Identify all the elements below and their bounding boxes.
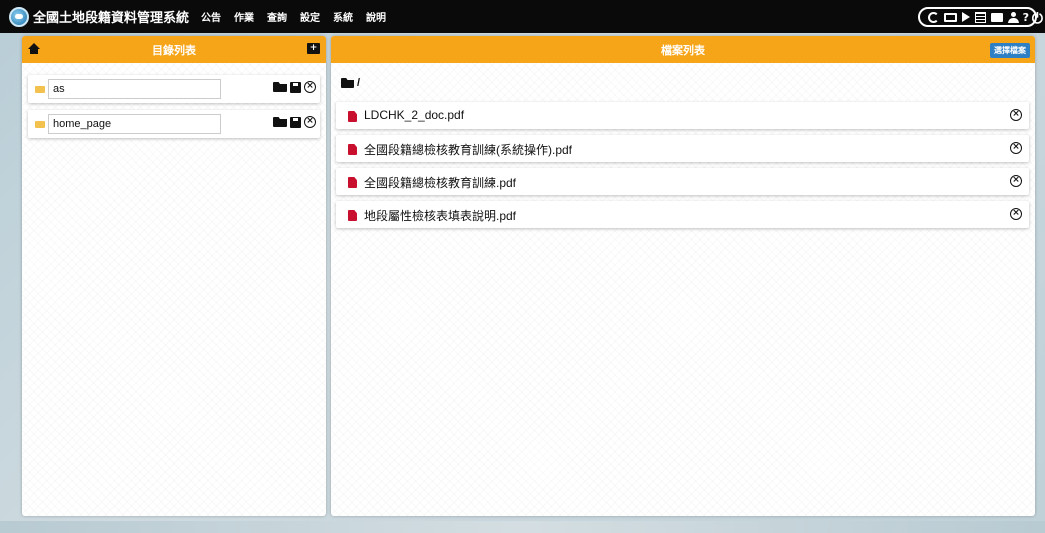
menu-item-query[interactable]: 查詢 bbox=[267, 9, 287, 24]
file-panel-header: 檔案列表 選擇檔案 bbox=[331, 36, 1035, 63]
list-icon[interactable] bbox=[974, 11, 986, 23]
directory-name-field[interactable]: as bbox=[48, 79, 221, 99]
file-row[interactable]: 地段屬性檢核表填表說明.pdf × bbox=[336, 201, 1029, 228]
current-path-text: / bbox=[357, 77, 361, 89]
app-logo-icon bbox=[9, 6, 29, 27]
pdf-file-icon bbox=[348, 210, 357, 221]
delete-icon[interactable]: × bbox=[1010, 142, 1022, 154]
top-toolbar: ? ⏻ bbox=[917, 7, 1043, 27]
current-path: / bbox=[341, 77, 360, 89]
file-panel: 檔案列表 選擇檔案 / LDCHK_2_doc.pdf × 全國段籍總檢核教育訓… bbox=[331, 36, 1035, 516]
chat-icon[interactable] bbox=[990, 12, 1003, 22]
directory-panel-title: 目錄列表 bbox=[152, 43, 196, 57]
file-row[interactable]: LDCHK_2_doc.pdf × bbox=[336, 102, 1029, 129]
open-folder-icon bbox=[341, 78, 354, 88]
directory-actions: × bbox=[273, 81, 316, 93]
play-icon[interactable] bbox=[961, 12, 970, 22]
file-name-link[interactable]: LDCHK_2_doc.pdf bbox=[364, 108, 464, 122]
delete-icon[interactable]: × bbox=[304, 116, 316, 128]
menu-item-announcement[interactable]: 公告 bbox=[201, 9, 221, 24]
open-folder-icon[interactable] bbox=[273, 82, 287, 92]
directory-panel-header: 目錄列表 + bbox=[22, 36, 326, 63]
menu-item-settings[interactable]: 設定 bbox=[300, 9, 320, 24]
pdf-file-icon bbox=[348, 144, 357, 155]
file-name-link[interactable]: 全國段籍總檢核教育訓練.pdf bbox=[364, 174, 516, 191]
help-icon[interactable]: ? bbox=[1023, 12, 1029, 23]
power-icon[interactable]: ⏻ bbox=[1032, 11, 1043, 27]
save-icon[interactable] bbox=[290, 116, 301, 128]
user-icon[interactable] bbox=[1007, 11, 1019, 23]
directory-row: home_page × bbox=[28, 110, 320, 138]
directory-actions: × bbox=[273, 116, 316, 128]
monitor-icon[interactable] bbox=[943, 12, 957, 22]
top-navigation-bar: 全國土地段籍資料管理系統 公告 作業 查詢 設定 系統 說明 ? ⏻ bbox=[0, 0, 1045, 33]
save-icon[interactable] bbox=[290, 81, 301, 93]
directory-panel: 目錄列表 + as × home_page × bbox=[22, 36, 326, 516]
directory-row: as × bbox=[28, 75, 320, 103]
menu-item-system[interactable]: 系統 bbox=[333, 9, 353, 24]
select-files-button[interactable]: 選擇檔案 bbox=[990, 43, 1030, 58]
refresh-icon[interactable] bbox=[927, 11, 939, 23]
delete-icon[interactable]: × bbox=[1010, 109, 1022, 121]
file-row[interactable]: 全國段籍總檢核教育訓練.pdf × bbox=[336, 168, 1029, 195]
delete-icon[interactable]: × bbox=[1010, 208, 1022, 220]
file-panel-title: 檔案列表 bbox=[661, 43, 705, 57]
home-icon[interactable] bbox=[28, 43, 40, 55]
open-folder-icon[interactable] bbox=[273, 117, 287, 127]
file-name-link[interactable]: 全國段籍總檢核教育訓練(系統操作).pdf bbox=[364, 141, 572, 158]
main-menu: 公告 作業 查詢 設定 系統 說明 bbox=[201, 9, 399, 24]
pdf-file-icon bbox=[348, 177, 357, 188]
menu-item-help[interactable]: 說明 bbox=[366, 9, 386, 24]
file-row[interactable]: 全國段籍總檢核教育訓練(系統操作).pdf × bbox=[336, 135, 1029, 162]
directory-name-field[interactable]: home_page bbox=[48, 114, 221, 134]
add-folder-icon[interactable]: + bbox=[307, 43, 320, 54]
app-title: 全國土地段籍資料管理系統 bbox=[33, 11, 190, 26]
delete-icon[interactable]: × bbox=[1010, 175, 1022, 187]
delete-icon[interactable]: × bbox=[304, 81, 316, 93]
map-footer-strip bbox=[0, 521, 1045, 533]
pdf-file-icon bbox=[348, 111, 357, 122]
menu-item-operations[interactable]: 作業 bbox=[234, 9, 254, 24]
file-name-link[interactable]: 地段屬性檢核表填表說明.pdf bbox=[364, 207, 516, 224]
folder-icon bbox=[35, 121, 45, 128]
folder-icon bbox=[35, 86, 45, 93]
